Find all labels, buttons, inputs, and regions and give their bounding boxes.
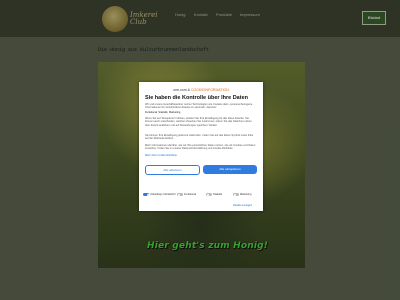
toggle-statistics[interactable]: Statistik [206, 193, 222, 196]
toggle-label: Statistik [213, 193, 223, 196]
toggle-label: Funktional [184, 193, 196, 196]
cookie-consent-dialog: one.com & COOKIEINFORMATION Sie haben di… [139, 82, 263, 211]
dialog-purposes: Funktional, Statistik, Marketing [145, 111, 181, 114]
cookieinformation-logo: COOKIEINFORMATION [190, 88, 229, 92]
dialog-header: one.com & COOKIEINFORMATION [139, 88, 263, 92]
dialog-privacy-info: Mehr Informationen darüber, wie wir Ihre… [145, 144, 256, 151]
accept-all-button[interactable]: Alle akzeptieren [203, 165, 257, 174]
toggle-switch-icon[interactable] [233, 193, 239, 196]
toggle-marketing[interactable]: Marketing [233, 193, 251, 196]
page: Imkerei Club Honig Kontakt Produkte Impr… [0, 0, 400, 300]
toggle-necessary[interactable]: Unbedingt erforderlich [143, 193, 176, 196]
dialog-intro: Wir und unsere Geschäftspartner nutzen T… [145, 103, 253, 110]
dialog-consent-info: Wenn Sie auf 'Akzeptieren' klicken, erte… [145, 117, 252, 127]
toggle-label: Unbedingt erforderlich [150, 193, 176, 196]
consent-toggles: Unbedingt erforderlich Funktional Statis… [143, 193, 261, 199]
toggle-switch-icon[interactable] [206, 193, 212, 196]
toggle-label: Marketing [240, 193, 252, 196]
dialog-title: Sie haben die Kontrolle über Ihre Daten [145, 95, 248, 101]
show-details-link[interactable]: Details anzeigen [233, 204, 252, 207]
dialog-withdraw-info: Sie können Ihre Einwilligung jederzeit w… [145, 134, 254, 141]
onecom-logo: one.com [173, 88, 187, 92]
cookie-policy-link[interactable]: Mehr über Cookie-Richtlinie [145, 154, 257, 157]
toggle-functional[interactable]: Funktional [177, 193, 196, 196]
toggle-switch-icon[interactable] [177, 193, 183, 196]
deny-all-button[interactable]: Alle ablehnen [145, 165, 200, 175]
toggle-switch-icon[interactable] [143, 193, 149, 196]
